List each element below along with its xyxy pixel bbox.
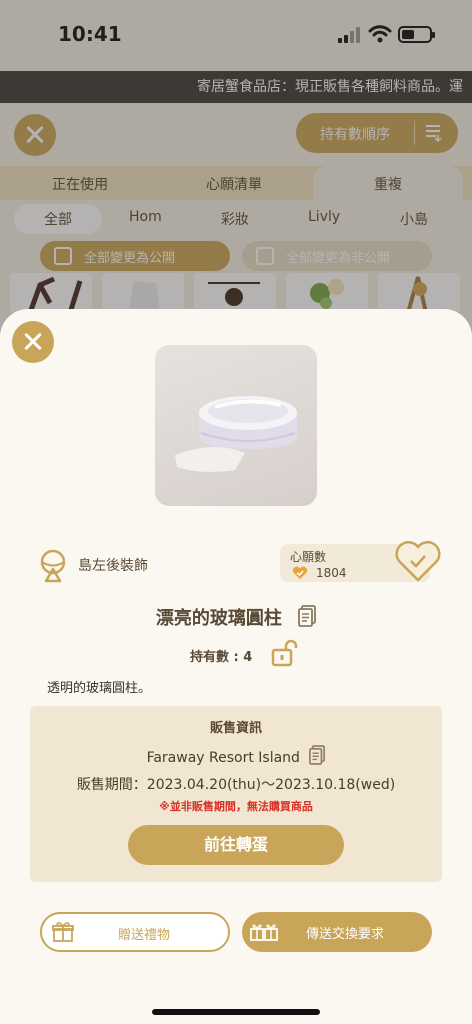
go-to-gacha-button[interactable]: 前往轉蛋 [128, 825, 344, 865]
sale-location: Faraway Resort Island [146, 750, 300, 766]
owned-count: 持有數 : 4 [190, 650, 253, 665]
wishlist-count: 1804 [316, 566, 347, 580]
unlock-icon[interactable] [270, 639, 298, 667]
document-icon[interactable] [298, 605, 317, 627]
send-trade-request-button[interactable]: 傳送交換要求 [242, 912, 432, 952]
wishlist-label: 心願數 [290, 550, 327, 564]
document-icon[interactable] [309, 745, 326, 765]
heart-small-icon [292, 566, 308, 579]
item-name: 漂亮的玻璃圓柱 [155, 608, 282, 629]
trade-gifts-icon [250, 924, 278, 941]
home-indicator[interactable] [152, 1009, 320, 1015]
sale-location-row: Faraway Resort Island [30, 745, 442, 766]
island-decoration-icon [40, 549, 66, 583]
sale-info-panel: 販售資訊 Faraway Resort Island 販售期間：2023.04.… [30, 706, 442, 882]
send-gift-button[interactable]: 贈送禮物 [40, 912, 230, 952]
close-button[interactable] [12, 321, 54, 363]
sale-warning: ※並非販售期間，無法購買商品 [159, 800, 313, 813]
item-name-row: 漂亮的玻璃圓柱 [0, 604, 472, 630]
sale-title: 販售資訊 [209, 721, 262, 736]
send-gift-label: 贈送禮物 [118, 928, 171, 943]
item-description: 透明的玻璃圓柱。 [47, 681, 152, 696]
glass-cylinder-image [175, 396, 297, 472]
sale-period: 販售期間：2023.04.20(thu)〜2023.10.18(wed) [76, 777, 396, 793]
item-category-label: 島左後裝飾 [78, 558, 148, 574]
item-detail-sheet: 島左後裝飾 心願數 1804 漂亮的玻璃圓柱 持有數 : 4 透明的玻璃圓柱。 … [0, 309, 472, 1024]
add-to-wishlist-heart-icon[interactable] [394, 539, 442, 583]
item-image [155, 345, 317, 506]
send-trade-label: 傳送交換要求 [306, 927, 385, 942]
gift-icon [52, 922, 74, 942]
